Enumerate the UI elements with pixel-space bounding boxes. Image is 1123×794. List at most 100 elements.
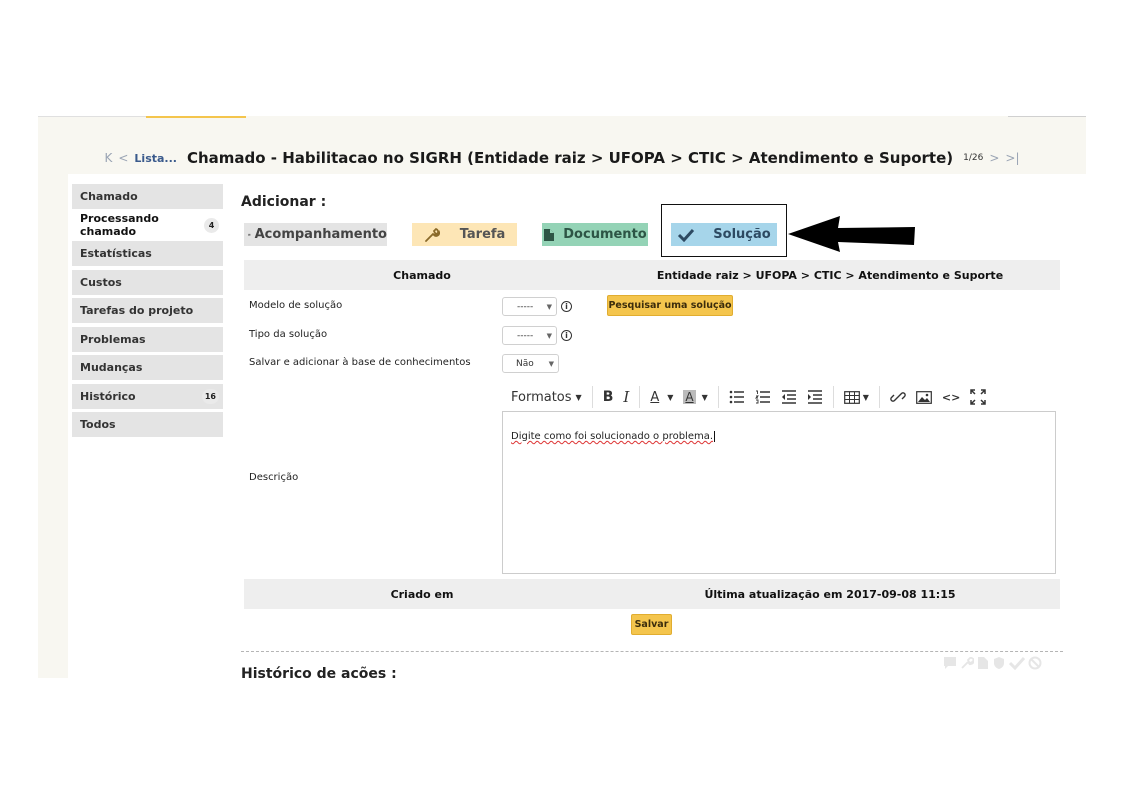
first-item-icon[interactable]: K (104, 151, 112, 165)
table-header: Chamado Entidade raiz > UFOPA > CTIC > A… (244, 260, 1060, 290)
sidebar-item-processando-chamado[interactable]: Processando chamado 4 (72, 212, 223, 238)
salvar-base-select[interactable]: Não ▼ (502, 354, 559, 373)
numbered-list-button[interactable] (754, 390, 771, 404)
editor-content: Digite como foi solucionado o problema. (511, 431, 714, 442)
sidebar-item-tarefas-do-projeto[interactable]: Tarefas do projeto (72, 298, 223, 323)
salvar-base-label: Salvar e adicionar à base de conheciment… (249, 357, 471, 368)
ticket-header: K < Lista... Chamado - Habilitacao no SI… (38, 143, 1086, 173)
top-divider-right (1008, 116, 1086, 117)
sidebar-item-estatisticas[interactable]: Estatísticas (72, 241, 223, 266)
divider (241, 651, 1063, 652)
sidebar-item-custos[interactable]: Custos (72, 269, 223, 295)
header-chamado: Chamado (393, 268, 451, 282)
sidebar-item-problemas[interactable]: Problemas (72, 326, 223, 352)
numbered-list-icon (754, 390, 770, 404)
tipo-select[interactable]: ----- ▼ (502, 326, 557, 345)
toolbar-divider (878, 386, 880, 408)
fullscreen-icon (970, 389, 987, 405)
page: K < Lista... Chamado - Habilitacao no SI… (0, 0, 1123, 794)
bold-icon: B (602, 389, 614, 405)
link-button[interactable] (890, 389, 906, 405)
top-divider-accent (146, 116, 246, 118)
sidebar-item-label: Histórico (80, 389, 136, 403)
chevron-down-icon: ▼ (546, 302, 552, 311)
sidebar-item-label: Todos (80, 418, 116, 431)
page-title: Chamado - Habilitacao no SIGRH (Entidade… (186, 149, 954, 167)
sidebar-item-historico[interactable]: Histórico 16 (72, 383, 223, 409)
bullet-list-icon (729, 390, 744, 404)
previous-item-icon[interactable]: < (118, 151, 128, 165)
formats-label: Formatos (511, 389, 572, 405)
modelo-select[interactable]: ----- ▼ (502, 297, 557, 316)
comment-icon[interactable] (943, 656, 957, 670)
next-item-icon[interactable]: > (989, 151, 999, 165)
document-icon[interactable] (977, 656, 989, 670)
checkmark-icon[interactable] (1009, 656, 1025, 670)
modelo-label: Modelo de solução (249, 300, 343, 311)
caret-down-icon: ▼ (862, 392, 869, 402)
tab-tarefa[interactable]: Tarefa (412, 223, 517, 246)
bg-color-icon: A (683, 390, 696, 404)
toolbar-divider (832, 386, 834, 408)
sidebar-item-todos[interactable]: Todos (72, 412, 223, 437)
sidebar: Chamado Processando chamado 4 Estatística… (72, 184, 223, 441)
image-icon (916, 390, 932, 404)
chevron-down-icon: ▼ (546, 331, 552, 340)
select-value: ----- (517, 301, 534, 312)
top-divider-left (38, 116, 146, 117)
indent-button[interactable] (807, 390, 823, 404)
sidebar-item-mudancas[interactable]: Mudanças (72, 355, 223, 380)
info-icon[interactable]: i (561, 301, 572, 312)
italic-button[interactable]: I (623, 388, 629, 406)
comment-icon (248, 233, 251, 236)
indent-icon (807, 390, 822, 404)
wrench-icon[interactable] (960, 656, 974, 670)
table-button[interactable]: ▼ (843, 390, 869, 404)
list-link[interactable]: Lista... (134, 152, 177, 165)
footer-header: Criado em Última atualização em 2017-09-… (244, 579, 1060, 609)
image-button[interactable] (916, 390, 932, 404)
caret-down-icon: ▼ (701, 392, 708, 402)
formats-dropdown[interactable]: Formatos ▼ (511, 390, 582, 405)
select-value: ----- (517, 330, 534, 341)
last-item-icon[interactable]: >| (1005, 151, 1019, 165)
prohibited-icon[interactable] (1028, 656, 1042, 670)
shield-icon[interactable] (992, 656, 1006, 670)
tab-documento[interactable]: Documento (542, 223, 648, 246)
bold-button[interactable]: B (603, 389, 614, 405)
pesquisar-solucao-button[interactable]: Pesquisar uma solução (607, 295, 733, 316)
link-icon (890, 392, 906, 402)
sidebar-item-label: Tarefas do projeto (80, 304, 194, 317)
tab-label: Documento (563, 227, 647, 242)
sidebar-item-label: Estatísticas (80, 247, 152, 260)
sidebar-item-chamado[interactable]: Chamado (72, 184, 223, 209)
annotation-arrow-icon (788, 216, 915, 252)
sidebar-item-label: Mudanças (80, 361, 143, 374)
description-editor[interactable]: Digite como foi solucionado o problema. (502, 411, 1056, 574)
descricao-label: Descrição (249, 472, 299, 483)
header-entity: Entidade raiz > UFOPA > CTIC > Atendimen… (656, 268, 1004, 282)
bg-color-button[interactable]: A ▼ (683, 390, 708, 404)
outdent-icon (781, 390, 796, 404)
tab-label: Acompanhamento (254, 227, 387, 242)
info-icon[interactable]: i (561, 330, 572, 341)
code-button[interactable]: <> (942, 391, 960, 404)
sidebar-item-label: Problemas (80, 332, 146, 346)
document-icon (544, 228, 555, 241)
outdent-button[interactable] (781, 390, 797, 404)
save-button[interactable]: Salvar (631, 614, 672, 635)
add-title: Adicionar : (241, 194, 327, 210)
tab-acompanhamento[interactable]: Acompanhamento (244, 223, 387, 246)
count-badge: 16 (201, 388, 219, 404)
created-label: Criado em (390, 587, 454, 601)
left-gutter (38, 174, 68, 678)
toolbar-divider (591, 386, 593, 408)
code-icon: <> (941, 390, 961, 404)
fullscreen-button[interactable] (970, 389, 987, 405)
chevron-down-icon: ▼ (548, 359, 554, 368)
editor-toolbar: Formatos ▼ B I A ▼ A ▼ ▼ <> (502, 384, 1056, 410)
font-color-button[interactable]: A ▼ (650, 390, 673, 405)
caret-down-icon: ▼ (575, 392, 582, 402)
bullet-list-button[interactable] (729, 390, 745, 404)
tab-label: Tarefa (459, 227, 506, 242)
